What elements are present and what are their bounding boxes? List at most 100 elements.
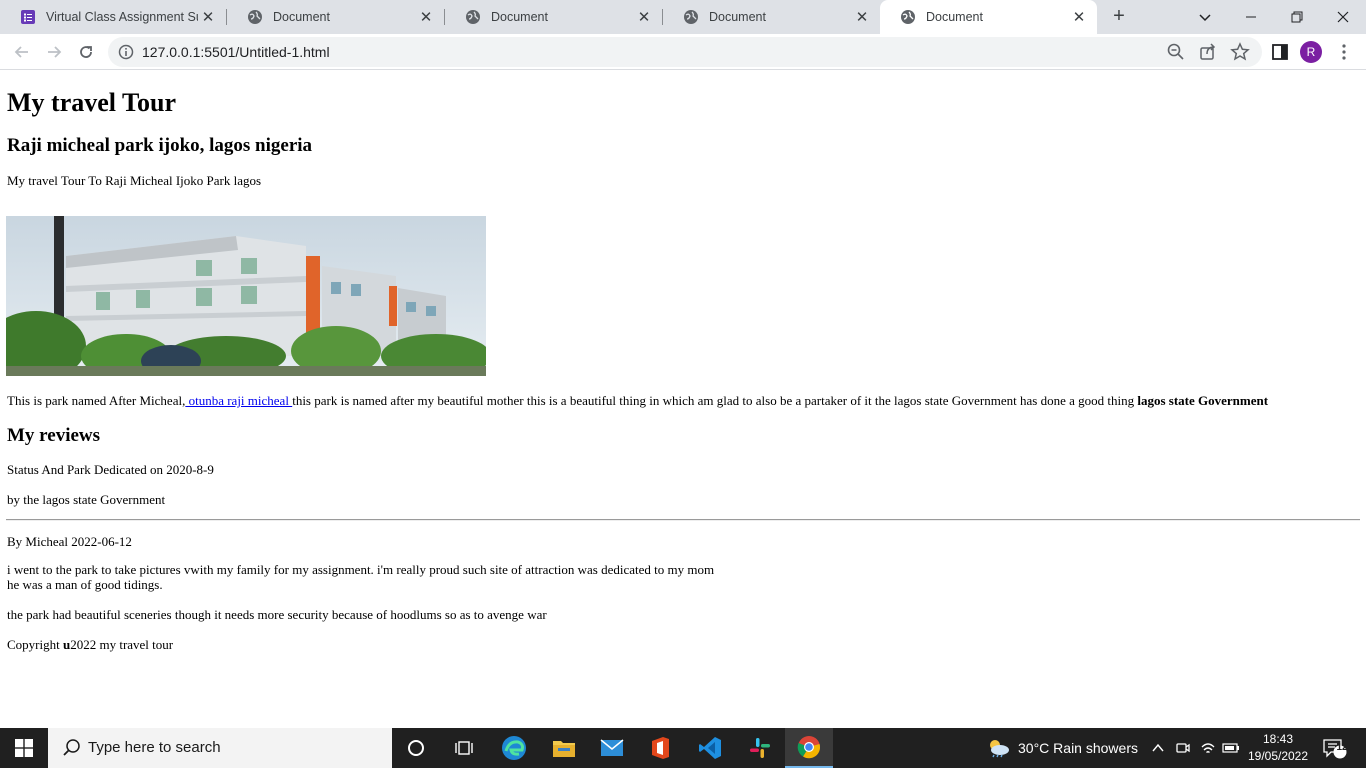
- review-line-2: he was a man of good tidings.: [7, 577, 163, 592]
- web-page: My travel Tour Raji micheal park ijoko, …: [0, 71, 1366, 728]
- reviews-heading: My reviews: [7, 425, 101, 446]
- close-icon[interactable]: ✕: [198, 7, 218, 27]
- chevron-down-icon: [1199, 14, 1211, 22]
- mail-icon: [600, 739, 624, 756]
- close-icon[interactable]: ✕: [634, 7, 654, 27]
- search-icon: [63, 739, 80, 756]
- battery-icon: [1222, 743, 1239, 753]
- tab-document-1[interactable]: Document ✕: [227, 0, 444, 34]
- globe-icon: [684, 10, 698, 24]
- park-photo: [6, 216, 486, 376]
- intro-text: My travel Tour To Raji Micheal Ijoko Par…: [7, 173, 262, 188]
- clock-time: 18:43: [1262, 732, 1294, 746]
- slack-app[interactable]: [736, 728, 784, 768]
- reload-button[interactable]: [72, 38, 100, 66]
- close-icon[interactable]: ✕: [852, 7, 872, 27]
- edge-app[interactable]: [490, 728, 538, 768]
- review-author: By Micheal 2022-06-12: [7, 534, 132, 549]
- search-placeholder: Type here to search: [88, 739, 221, 756]
- page-subtitle: Raji micheal park ijoko, lagos nigeria: [7, 135, 313, 156]
- profile-avatar[interactable]: R: [1300, 41, 1322, 63]
- tab-strip: Virtual Class Assignment Sub ✕ Document …: [0, 0, 1366, 34]
- tab-document-3[interactable]: Document ✕: [663, 0, 880, 34]
- info-icon[interactable]: [118, 44, 134, 60]
- globe-icon: [466, 10, 480, 24]
- tab-title: Virtual Class Assignment Sub: [46, 10, 198, 24]
- chevron-up-icon: [1152, 743, 1164, 752]
- copyright-suffix: 2022 my travel tour: [70, 637, 174, 652]
- slack-icon: [750, 738, 770, 758]
- bookmark-star-icon[interactable]: [1230, 42, 1250, 62]
- side-panel-icon[interactable]: [1270, 42, 1290, 62]
- taskbar-clock[interactable]: 18:43 19/05/2022: [1240, 731, 1316, 765]
- meet-now-button[interactable]: [1176, 728, 1190, 768]
- office-icon: [652, 737, 669, 759]
- review-line-1: i went to the park to take pictures vwit…: [7, 562, 715, 577]
- close-icon[interactable]: ✕: [416, 7, 436, 27]
- tab-title: Document: [709, 10, 766, 24]
- arrow-right-icon: [48, 46, 62, 58]
- mail-app[interactable]: [588, 728, 636, 768]
- weather-cloud-icon: [990, 740, 1009, 758]
- page-title: My travel Tour: [7, 88, 176, 117]
- chrome-icon: [797, 736, 821, 759]
- tab-document-active[interactable]: Document ✕: [880, 0, 1097, 34]
- windows-taskbar: Type here to search 30°C Rain showers 18…: [0, 728, 1366, 768]
- start-button[interactable]: [0, 728, 48, 768]
- more-options-icon[interactable]: [1336, 42, 1352, 62]
- close-icon: [1337, 11, 1349, 23]
- zoom-out-icon[interactable]: [1166, 42, 1186, 62]
- share-icon[interactable]: [1198, 42, 1218, 62]
- show-hidden-icons[interactable]: [1152, 728, 1164, 768]
- tab-virtual-class[interactable]: Virtual Class Assignment Sub ✕: [0, 0, 226, 34]
- restore-button[interactable]: [1274, 0, 1320, 34]
- restore-icon: [1291, 11, 1303, 23]
- forward-button[interactable]: [40, 38, 68, 66]
- arrow-left-icon: [14, 46, 28, 58]
- task-view-button[interactable]: [440, 728, 488, 768]
- copyright-text: Copyright u2022 my travel tour: [7, 637, 173, 652]
- copyright-prefix: Copyright: [7, 637, 63, 652]
- notification-center[interactable]: 12: [1322, 728, 1348, 768]
- battery-button[interactable]: [1222, 728, 1240, 768]
- edge-icon: [502, 736, 526, 760]
- clock-date: 19/05/2022: [1247, 749, 1309, 763]
- file-explorer-app[interactable]: [540, 728, 588, 768]
- description-paragraph: This is park named After Micheal, otunba…: [7, 393, 1268, 408]
- globe-icon: [901, 10, 915, 24]
- description-text: This is park named After Micheal,: [7, 393, 186, 408]
- notification-count: 12: [1336, 742, 1348, 753]
- wifi-icon: [1201, 743, 1215, 753]
- tab-title: Document: [273, 10, 330, 24]
- network-button[interactable]: [1200, 728, 1216, 768]
- tab-document-2[interactable]: Document ✕: [445, 0, 662, 34]
- globe-icon: [248, 10, 262, 24]
- close-window-button[interactable]: [1320, 0, 1366, 34]
- vscode-app[interactable]: [686, 728, 734, 768]
- cortana-icon: [408, 740, 424, 756]
- new-tab-button[interactable]: +: [1107, 5, 1131, 29]
- otunba-raji-micheal-link[interactable]: otunba raji micheal: [185, 393, 292, 408]
- back-button[interactable]: [8, 38, 36, 66]
- weather-text: 30°C Rain showers: [1018, 740, 1138, 756]
- description-bold: lagos state Government: [1137, 393, 1269, 408]
- browser-toolbar: 127.0.0.1:5501/Untitled-1.html R: [0, 34, 1366, 70]
- address-bar[interactable]: 127.0.0.1:5501/Untitled-1.html: [108, 37, 1262, 67]
- minimize-icon: [1246, 16, 1256, 18]
- forms-icon: [21, 10, 35, 24]
- camera-icon: [1176, 743, 1190, 753]
- minimize-button[interactable]: [1228, 0, 1274, 34]
- by-government-text: by the lagos state Government: [7, 492, 166, 507]
- cortana-button[interactable]: [392, 728, 440, 768]
- task-view-icon: [455, 741, 473, 755]
- tab-title: Document: [491, 10, 548, 24]
- folder-icon: [553, 741, 575, 757]
- tab-search-button[interactable]: [1182, 0, 1228, 34]
- url-text[interactable]: 127.0.0.1:5501/Untitled-1.html: [142, 44, 330, 60]
- chrome-app[interactable]: [785, 728, 833, 768]
- close-icon[interactable]: ✕: [1069, 7, 1089, 27]
- weather-widget[interactable]: 30°C Rain showers: [986, 728, 1138, 768]
- office-app[interactable]: [636, 728, 684, 768]
- dedicated-text: Status And Park Dedicated on 2020-8-9: [7, 462, 214, 477]
- taskbar-search[interactable]: Type here to search: [48, 728, 392, 768]
